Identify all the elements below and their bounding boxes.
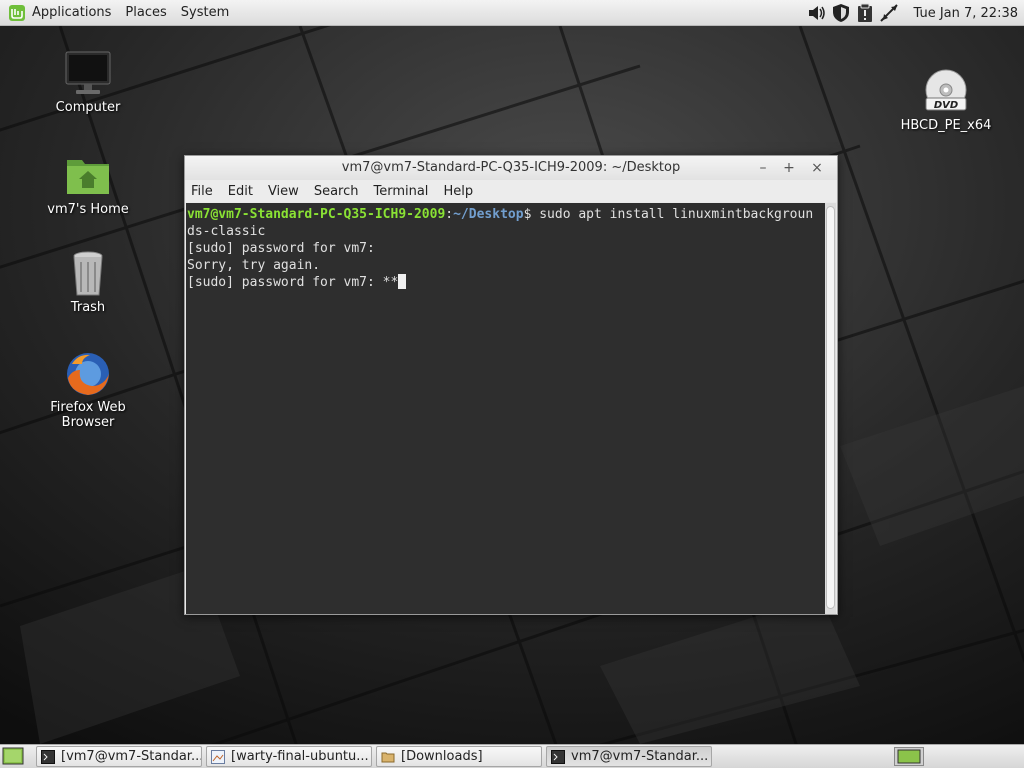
clock[interactable]: Tue Jan 7, 22:38 xyxy=(913,6,1018,21)
svg-text:DVD: DVD xyxy=(934,100,958,111)
prompt-separator: : xyxy=(445,207,454,222)
taskbar-item[interactable]: vm7@vm7-Standar... xyxy=(546,746,712,767)
firefox-icon xyxy=(67,353,109,395)
workspace-switcher-icon[interactable] xyxy=(894,747,924,766)
computer-icon xyxy=(65,51,111,94)
trash-icon xyxy=(73,251,103,296)
system-tray: Tue Jan 7, 22:38 xyxy=(807,0,1018,26)
desktop-icon-label: Firefox Web Browser xyxy=(50,400,126,430)
terminal-icon xyxy=(551,749,565,764)
close-button[interactable]: × xyxy=(805,156,829,180)
scrollbar-thumb[interactable] xyxy=(826,206,835,609)
terminal-line: ds-classic xyxy=(187,224,266,239)
terminal-line: vm7@vm7-Standard-PC-Q35-ICH9-2009:~/Desk… xyxy=(187,206,826,223)
taskbar-item-label: [vm7@vm7-Standar... xyxy=(61,749,202,764)
update-manager-icon[interactable] xyxy=(855,3,875,23)
terminal-icon xyxy=(41,749,55,764)
prompt-user: vm7@vm7-Standard-PC-Q35-ICH9-2009 xyxy=(187,207,446,222)
prompt-path: ~/Desktop xyxy=(453,207,524,222)
desktop-icon-dvd[interactable]: DVD HBCD_PE_x64 xyxy=(881,68,1011,133)
desktop-icon-label: Trash xyxy=(70,300,106,315)
bottom-panel: [vm7@vm7-Standar... [warty-final-ubuntu.… xyxy=(0,744,1024,768)
desktop-icon-label: HBCD_PE_x64 xyxy=(900,118,992,133)
shield-icon[interactable] xyxy=(831,3,851,23)
terminal-line: [sudo] password for vm7: xyxy=(187,241,375,256)
show-desktop-icon[interactable] xyxy=(2,747,24,765)
terminal-titlebar[interactable]: vm7@vm7-Standard-PC-Q35-ICH9-2009: ~/Des… xyxy=(185,156,837,180)
menu-file[interactable]: File xyxy=(191,184,213,199)
top-panel: Applications Places System Tue Jan 7, 22… xyxy=(0,0,1024,26)
desktop-icon-trash[interactable]: Trash xyxy=(23,250,153,315)
home-folder-icon xyxy=(67,160,109,194)
minimize-button[interactable]: – xyxy=(751,156,775,180)
maximize-button[interactable]: + xyxy=(777,156,801,180)
terminal-line: [sudo] password for vm7: ** xyxy=(187,274,826,291)
folder-icon xyxy=(381,752,395,762)
menu-view[interactable]: View xyxy=(268,184,299,199)
taskbar-item[interactable]: [warty-final-ubuntu... xyxy=(206,746,372,767)
desktop-icon-firefox[interactable]: Firefox Web Browser xyxy=(23,350,153,430)
menu-search[interactable]: Search xyxy=(314,184,359,199)
menu-system[interactable]: System xyxy=(181,5,229,20)
menu-places[interactable]: Places xyxy=(125,5,166,20)
image-viewer-icon xyxy=(211,749,225,764)
terminal-line: Sorry, try again. xyxy=(187,258,321,273)
text-cursor xyxy=(398,274,407,289)
menu-help[interactable]: Help xyxy=(443,184,473,199)
desktop-icon-home[interactable]: vm7's Home xyxy=(23,152,153,217)
taskbar-item-label: [Downloads] xyxy=(401,749,483,764)
command-text: $ sudo apt install linuxmintbackgroun xyxy=(523,207,814,222)
desktop-icon-label: vm7's Home xyxy=(47,202,129,217)
mint-logo-icon[interactable] xyxy=(8,4,26,22)
menu-edit[interactable]: Edit xyxy=(228,184,253,199)
window-title: vm7@vm7-Standard-PC-Q35-ICH9-2009: ~/Des… xyxy=(341,160,681,175)
password-prompt: [sudo] password for vm7: ** xyxy=(187,275,399,290)
terminal-output[interactable]: vm7@vm7-Standard-PC-Q35-ICH9-2009:~/Desk… xyxy=(186,203,826,614)
terminal-menubar: File Edit View Search Terminal Help xyxy=(185,180,837,202)
desktop-icon-label: Computer xyxy=(55,100,121,115)
network-icon[interactable] xyxy=(879,3,899,23)
dvd-icon: DVD xyxy=(925,69,967,111)
taskbar-item[interactable]: [vm7@vm7-Standar... xyxy=(36,746,202,767)
desktop-icon-computer[interactable]: Computer xyxy=(23,50,153,115)
volume-icon[interactable] xyxy=(807,3,827,23)
menu-applications[interactable]: Applications xyxy=(32,5,111,20)
taskbar-item-label: [warty-final-ubuntu... xyxy=(231,749,369,764)
menu-terminal[interactable]: Terminal xyxy=(373,184,428,199)
terminal-window[interactable]: vm7@vm7-Standard-PC-Q35-ICH9-2009: ~/Des… xyxy=(184,155,838,615)
terminal-scrollbar[interactable] xyxy=(825,203,836,614)
taskbar-item[interactable]: [Downloads] xyxy=(376,746,542,767)
taskbar-item-label: vm7@vm7-Standar... xyxy=(571,749,709,764)
